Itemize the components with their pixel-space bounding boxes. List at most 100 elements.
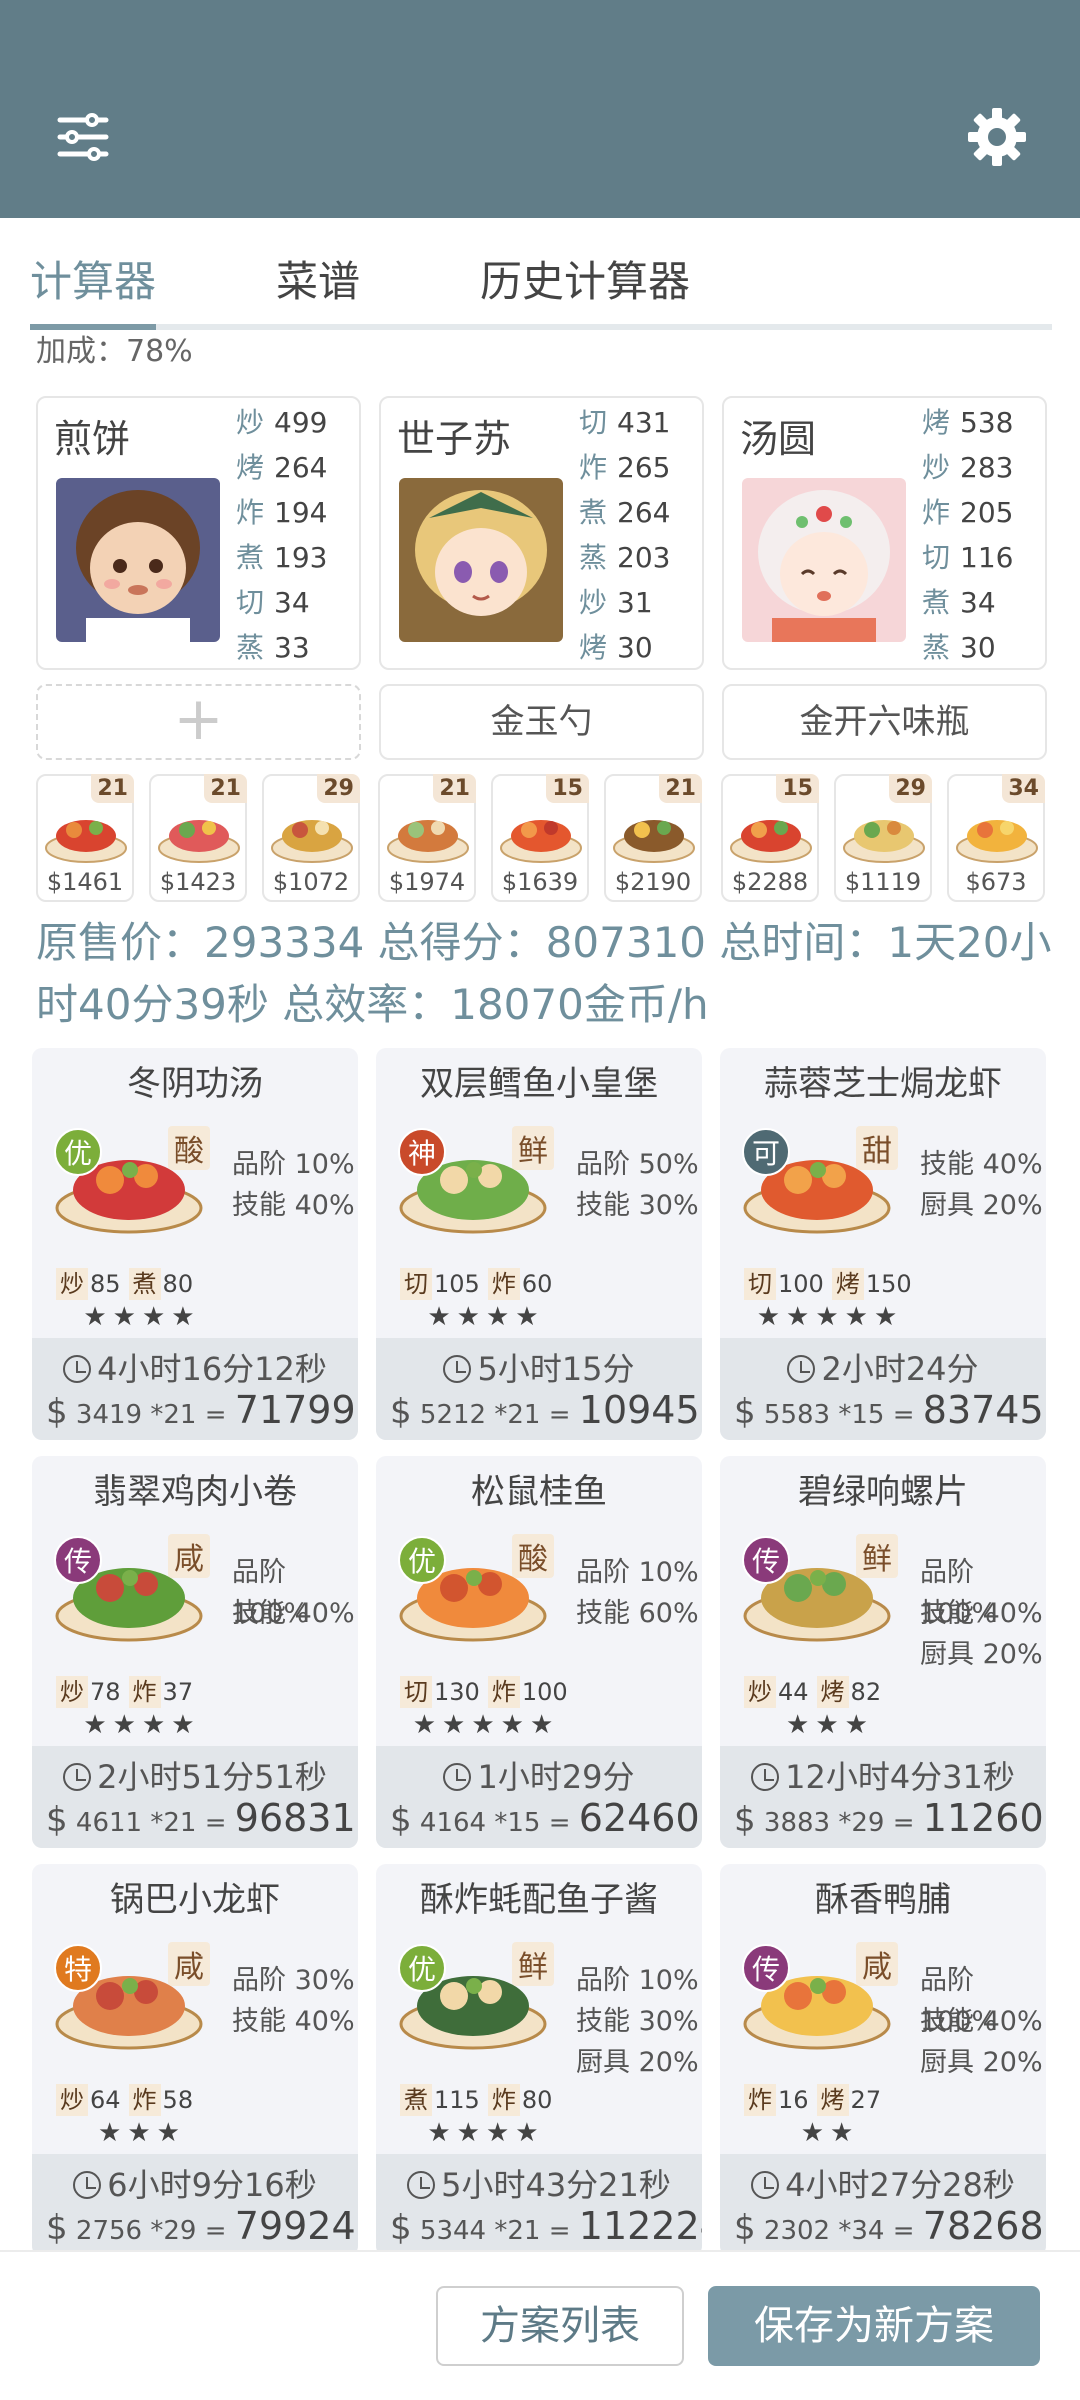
recipe-card[interactable]: 酥香鸭脯传咸品阶 100% 技能 40% 厨具 20% 炸 16 烤 27 ★★ 4小时27分2… [720, 1864, 1046, 2256]
recipe-card[interactable]: 翡翠鸡肉小卷传咸品阶 100% 技能 40% 炒 78 炸 37 ★★★★ 2小时51分51秒… [32, 1456, 358, 1848]
clock-icon [63, 1355, 92, 1383]
recipe-price-calc: $ 2302 *34 = 78268 [734, 2204, 1044, 2248]
recipe-title: 翡翠鸡肉小卷 [93, 1472, 297, 1512]
chef-card[interactable]: 汤圆 烤 538 炒 283 炸 205 切 116 煮 34 蒸 30 [722, 396, 1047, 670]
skill-type: 切 [400, 1268, 432, 1300]
recipe-bonus-list: 品阶 10% 技能 30% 厨具 20% [576, 1960, 699, 2083]
skill-type: 切 [236, 586, 265, 619]
plan-list-button[interactable]: 方案列表 [436, 2286, 684, 2366]
currency-symbol: $ [734, 2208, 756, 2248]
recipe-bonus-list: 品阶 100% 技能 40% [232, 1552, 358, 1634]
currency-symbol: $ [390, 2208, 412, 2248]
skill-value: 44 [778, 1678, 809, 1706]
recipe-bonus: 技能 40% [232, 1598, 355, 1629]
recipe-skill-requirements: 炸 16 烤 27 [744, 2084, 889, 2116]
dish-image [842, 798, 926, 866]
recipe-time-text: 4小时16分12秒 [97, 1350, 327, 1388]
dish-slot[interactable]: 21 $1423 [149, 774, 247, 902]
grade-badge: 优 [398, 1536, 446, 1584]
recipe-card[interactable]: 松鼠桂鱼优酸品阶 10% 技能 60% 切 130 炸 100 ★★★★★ 1小时29分 $ 4… [376, 1456, 702, 1848]
equipment-slot[interactable]: 金玉勺 [379, 684, 704, 760]
chef-card[interactable]: 煎饼 炒 499 烤 264 炸 194 煮 193 切 34 蒸 33 [36, 396, 361, 670]
add-equipment-slot[interactable]: + [36, 684, 361, 760]
clock-icon [443, 1355, 472, 1383]
save-new-plan-button[interactable]: 保存为新方案 [708, 2286, 1040, 2366]
recipe-time: 12小时4分31秒 [720, 1752, 1046, 1798]
dish-slot[interactable]: 21 $1974 [378, 774, 476, 902]
taste-tag: 鲜 [512, 1942, 554, 1986]
recipe-title: 冬阴功汤 [127, 1064, 263, 1104]
recipe-bonus: 品阶 100% [920, 1965, 998, 2037]
chef-skill-list: 炒 499 烤 264 炸 194 煮 193 切 34 蒸 33 [236, 400, 356, 670]
equals-sign: = [548, 1400, 571, 1430]
dish-slot[interactable]: 15 $2288 [721, 774, 819, 902]
skill-value: 203 [617, 541, 671, 574]
clock-icon [787, 1355, 816, 1383]
recipe-total: 71799 [234, 1388, 356, 1432]
price-formula: 2756 *29 [75, 2216, 197, 2246]
recipe-price-calc: $ 5583 *15 = 83745 [734, 1388, 1044, 1432]
sliders-icon[interactable] [48, 102, 118, 172]
price-formula: 5344 *21 [419, 2216, 541, 2246]
recipe-time-text: 6小时9分16秒 [107, 2166, 317, 2204]
skill-type: 炒 [922, 451, 951, 484]
recipe-bonus: 厨具 20% [920, 1190, 1043, 1221]
equals-sign: = [548, 1808, 571, 1838]
tab-calculator[interactable]: 计算器 [30, 248, 156, 309]
skill-value: 193 [274, 541, 328, 574]
chef-card[interactable]: 世子苏 切 431 炸 265 煮 264 蒸 203 炒 31 烤 30 [379, 396, 704, 670]
recipe-card[interactable]: 冬阴功汤优酸品阶 10% 技能 40% 炒 85 煮 80 ★★★★ 4小时16分12秒 $ 3… [32, 1048, 358, 1440]
dish-price: $673 [965, 868, 1027, 896]
grade-badge: 优 [54, 1128, 102, 1176]
skill-value: 538 [960, 406, 1014, 439]
grade-badge: 传 [54, 1536, 102, 1584]
skill-value: 31 [617, 586, 653, 619]
recipe-time: 5小时43分21秒 [376, 2160, 702, 2206]
recipe-stars: ★★ [800, 2118, 860, 2148]
skill-value: 82 [850, 1678, 882, 1706]
recipe-card[interactable]: 碧绿响螺片传鲜品阶 100% 技能 40% 厨具 20% 炒 44 烤 82 ★★★ 12小时4… [720, 1456, 1046, 1848]
dish-price: $1119 [844, 868, 922, 896]
recipe-skill-requirements: 煮 115 炸 80 [400, 2084, 560, 2116]
skill-type: 切 [922, 541, 951, 574]
skill-type: 炒 [56, 1268, 88, 1300]
recipe-footer: 4小时27分28秒 $ 2302 *34 = 78268 [720, 2154, 1046, 2256]
recipe-total: 78268 [922, 2204, 1044, 2248]
recipe-bonus: 品阶 10% [576, 1965, 699, 1996]
skill-type: 炸 [744, 2084, 776, 2116]
recipe-card[interactable]: 蒜蓉芝士焗龙虾可甜技能 40% 厨具 20% 切 100 烤 150 ★★★★★ 2小时24分… [720, 1048, 1046, 1440]
bonus-text: 加成：78% [36, 334, 193, 369]
recipe-time-text: 12小时4分31秒 [785, 1758, 1015, 1796]
tab-recipes[interactable]: 菜谱 [276, 248, 360, 309]
recipe-title: 双层鳕鱼小皇堡 [420, 1064, 658, 1104]
recipe-card[interactable]: 锅巴小龙虾特咸品阶 30% 技能 40% 炒 64 炸 58 ★★★ 6小时9分16秒 $ 27… [32, 1864, 358, 2256]
skill-value: 30 [617, 631, 653, 664]
dish-slot[interactable]: 21 $2190 [604, 774, 702, 902]
recipe-bonus: 品阶 10% [232, 1149, 355, 1180]
summary-text: 原售价：293334 总得分：807310 总时间：1天20小时40分39秒 总… [36, 918, 1052, 1029]
recipe-stars: ★★★ [786, 1710, 874, 1740]
recipe-card[interactable]: 双层鳕鱼小皇堡神鲜品阶 50% 技能 30% 切 105 炸 60 ★★★★ 5小时15分 $ … [376, 1048, 702, 1440]
dish-slot[interactable]: 34 $673 [947, 774, 1045, 902]
skill-value: 130 [434, 1678, 480, 1706]
dish-slot[interactable]: 21 $1461 [36, 774, 134, 902]
equipment-slot[interactable]: 金开六味瓶 [722, 684, 1047, 760]
tab-history-calculator[interactable]: 历史计算器 [480, 248, 690, 309]
recipe-time-text: 5小时15分 [477, 1350, 635, 1388]
dish-slot[interactable]: 29 $1119 [834, 774, 932, 902]
skill-value: 34 [960, 586, 996, 619]
price-formula: 3883 *29 [763, 1808, 885, 1838]
recipe-footer: 5小时43分21秒$ 5344 *21 = 112224 [376, 2154, 702, 2256]
dish-slot[interactable]: 15 $1639 [491, 774, 589, 902]
recipe-time: 6小时9分16秒 [32, 2160, 358, 2206]
gear-icon[interactable] [962, 102, 1032, 172]
recipe-skill-requirements: 炒 78 炸 37 [56, 1676, 201, 1708]
skill-type: 蒸 [236, 631, 265, 664]
clock-icon [751, 1763, 780, 1791]
recipe-time-text: 1小时29分 [477, 1758, 635, 1796]
recipe-card[interactable]: 酥炸蚝配鱼子酱优鲜品阶 10% 技能 30% 厨具 20% 煮 115 炸 80 ★★★★ 5小… [376, 1864, 702, 2256]
skill-type: 炸 [487, 1676, 520, 1708]
dish-slot[interactable]: 29 $1072 [262, 774, 360, 902]
taste-tag: 鲜 [856, 1534, 898, 1578]
skill-value: 194 [274, 496, 328, 529]
